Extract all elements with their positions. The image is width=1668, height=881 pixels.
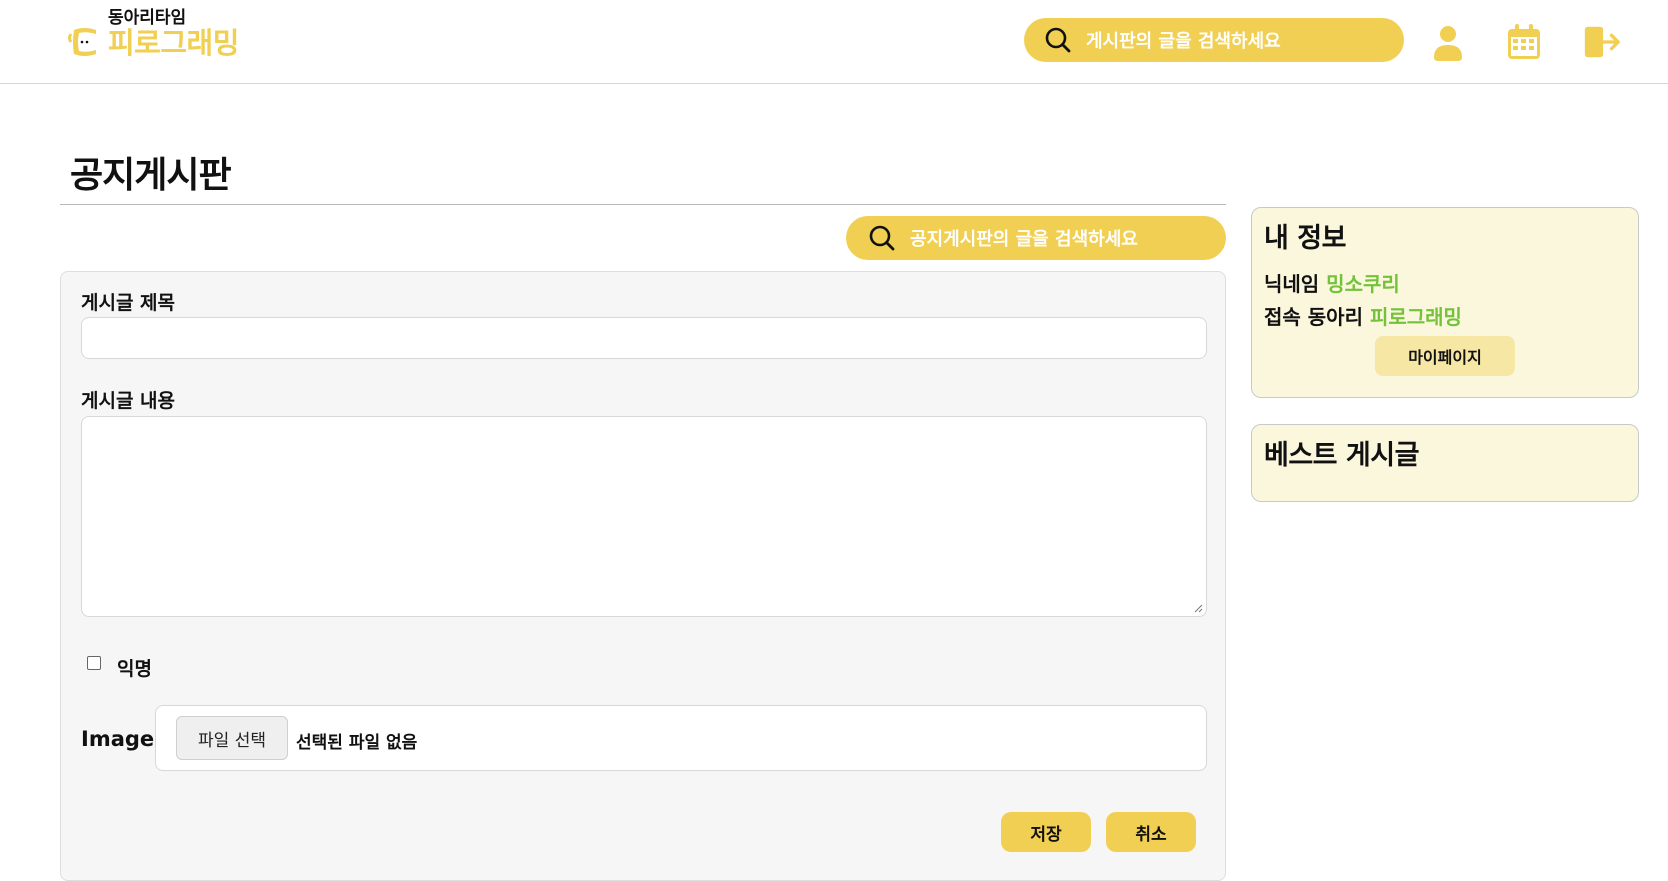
nickname-label: 닉네임 [1264, 272, 1320, 296]
logout-button[interactable] [1582, 22, 1622, 62]
post-form: 게시글 제목 게시글 내용 익명 Image 파일 선택 선택된 파일 없음 저… [60, 271, 1226, 881]
title-input[interactable] [81, 317, 1207, 359]
best-posts-title: 베스트 게시글 [1264, 440, 1419, 471]
mypage-button[interactable]: 마이페이지 [1375, 336, 1515, 376]
choose-file-button[interactable]: 파일 선택 [176, 716, 288, 760]
content-field-label: 게시글 내용 [81, 390, 176, 412]
logo-mascot-icon [68, 28, 96, 56]
calendar-button[interactable] [1504, 22, 1544, 62]
my-info-card: 내 정보 닉네임 밍소쿠리 접속 동아리 피로그래밍 마이페이지 [1251, 207, 1639, 398]
my-info-title: 내 정보 [1264, 223, 1346, 254]
club-label: 접속 동아리 [1264, 305, 1363, 329]
board-search-input[interactable]: 공지게시판의 글을 검색하세요 [846, 216, 1226, 260]
club-row: 접속 동아리 피로그래밍 [1264, 301, 1462, 330]
resize-grip-icon[interactable] [1193, 603, 1203, 613]
logo-subtitle: 동아리타임 [108, 8, 187, 28]
file-status-text: 선택된 파일 없음 [296, 733, 418, 753]
nickname-value: 밍소쿠리 [1326, 272, 1400, 296]
user-icon [1434, 26, 1462, 61]
logout-icon [1584, 26, 1620, 58]
content-textarea[interactable] [81, 416, 1207, 617]
page-title: 공지게시판 [70, 155, 232, 196]
nickname-row: 닉네임 밍소쿠리 [1264, 268, 1400, 297]
board-search-placeholder: 공지게시판의 글을 검색하세요 [910, 229, 1138, 250]
anonymous-label: 익명 [117, 658, 152, 680]
global-search-input[interactable]: 게시판의 글을 검색하세요 [1024, 18, 1404, 62]
save-button[interactable]: 저장 [1001, 812, 1091, 852]
top-header: 동아리타임 피로그래밍 게시판의 글을 검색하세요 [0, 0, 1668, 84]
club-value: 피로그래밍 [1369, 305, 1462, 329]
cancel-button[interactable]: 취소 [1106, 812, 1196, 852]
user-button[interactable] [1428, 22, 1468, 62]
title-field-label: 게시글 제목 [81, 292, 176, 314]
search-icon [869, 225, 895, 251]
search-icon [1045, 27, 1071, 53]
logo-title: 피로그래밍 [108, 26, 239, 60]
logo[interactable]: 동아리타임 피로그래밍 [68, 10, 239, 58]
anonymous-checkbox[interactable] [87, 656, 101, 670]
calendar-icon [1508, 24, 1540, 59]
image-file-input: 파일 선택 선택된 파일 없음 [155, 705, 1207, 771]
image-label: Image [81, 727, 155, 751]
title-divider [60, 204, 1226, 205]
global-search-placeholder: 게시판의 글을 검색하세요 [1086, 31, 1281, 52]
best-posts-card: 베스트 게시글 [1251, 424, 1639, 502]
